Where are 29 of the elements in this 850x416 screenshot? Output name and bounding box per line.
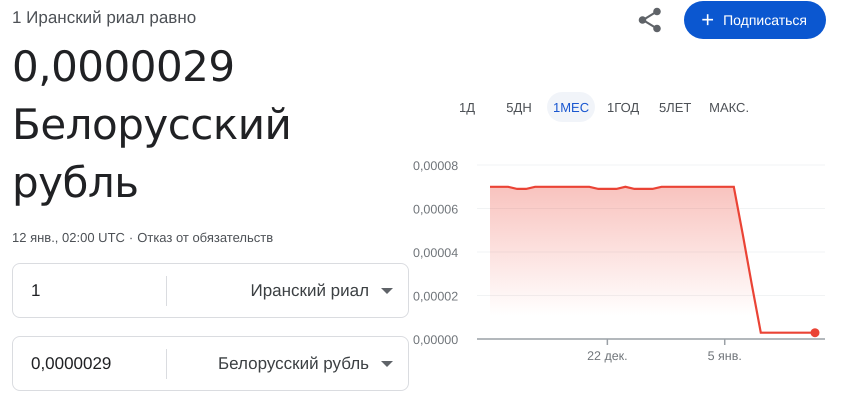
range-tab[interactable]: 1Д [443,92,491,122]
y-axis-label: 0,00002 [413,290,458,304]
caret-icon [381,360,393,366]
y-axis-label: 0,00006 [413,202,458,216]
separator-dot: · [128,230,134,245]
rate-value: 0,0000029 [12,41,236,93]
end-point-marker [810,328,820,338]
amount-input[interactable]: 1 [29,280,158,302]
range-tab[interactable]: 1ГОД [599,92,648,122]
amount-input[interactable]: 0,0000029 [29,352,158,374]
disclaimer-link[interactable]: Отказ от обязательств [137,230,274,245]
caret-icon [381,288,393,294]
x-axis-label: 22 дек. [587,349,628,363]
y-axis-label: 0,00004 [413,246,458,260]
range-tab[interactable]: МАКС. [703,92,756,122]
conversion-subtitle: 1 Иранский риал равно [12,7,198,29]
share-icon[interactable] [638,7,662,33]
subscribe-button[interactable]: + Подписаться [684,1,826,39]
currency-name: Белорусский [12,99,292,151]
x-axis-label: 5 янв. [708,349,742,363]
range-tab[interactable]: 1МЕС [547,92,596,122]
range-tab[interactable]: 5ЛЕТ [651,92,700,122]
currency-dropdown[interactable]: Иранский риал [167,280,408,300]
timestamp: 12 янв., 02:00 UTC [12,230,125,245]
currency-dropdown[interactable]: Белорусский рубль [167,354,408,374]
y-axis-label: 0,00000 [413,333,458,347]
range-tab[interactable]: 5ДН [495,92,543,122]
currency-name: рубль [12,157,140,209]
y-axis-label: 0,00008 [413,159,458,173]
